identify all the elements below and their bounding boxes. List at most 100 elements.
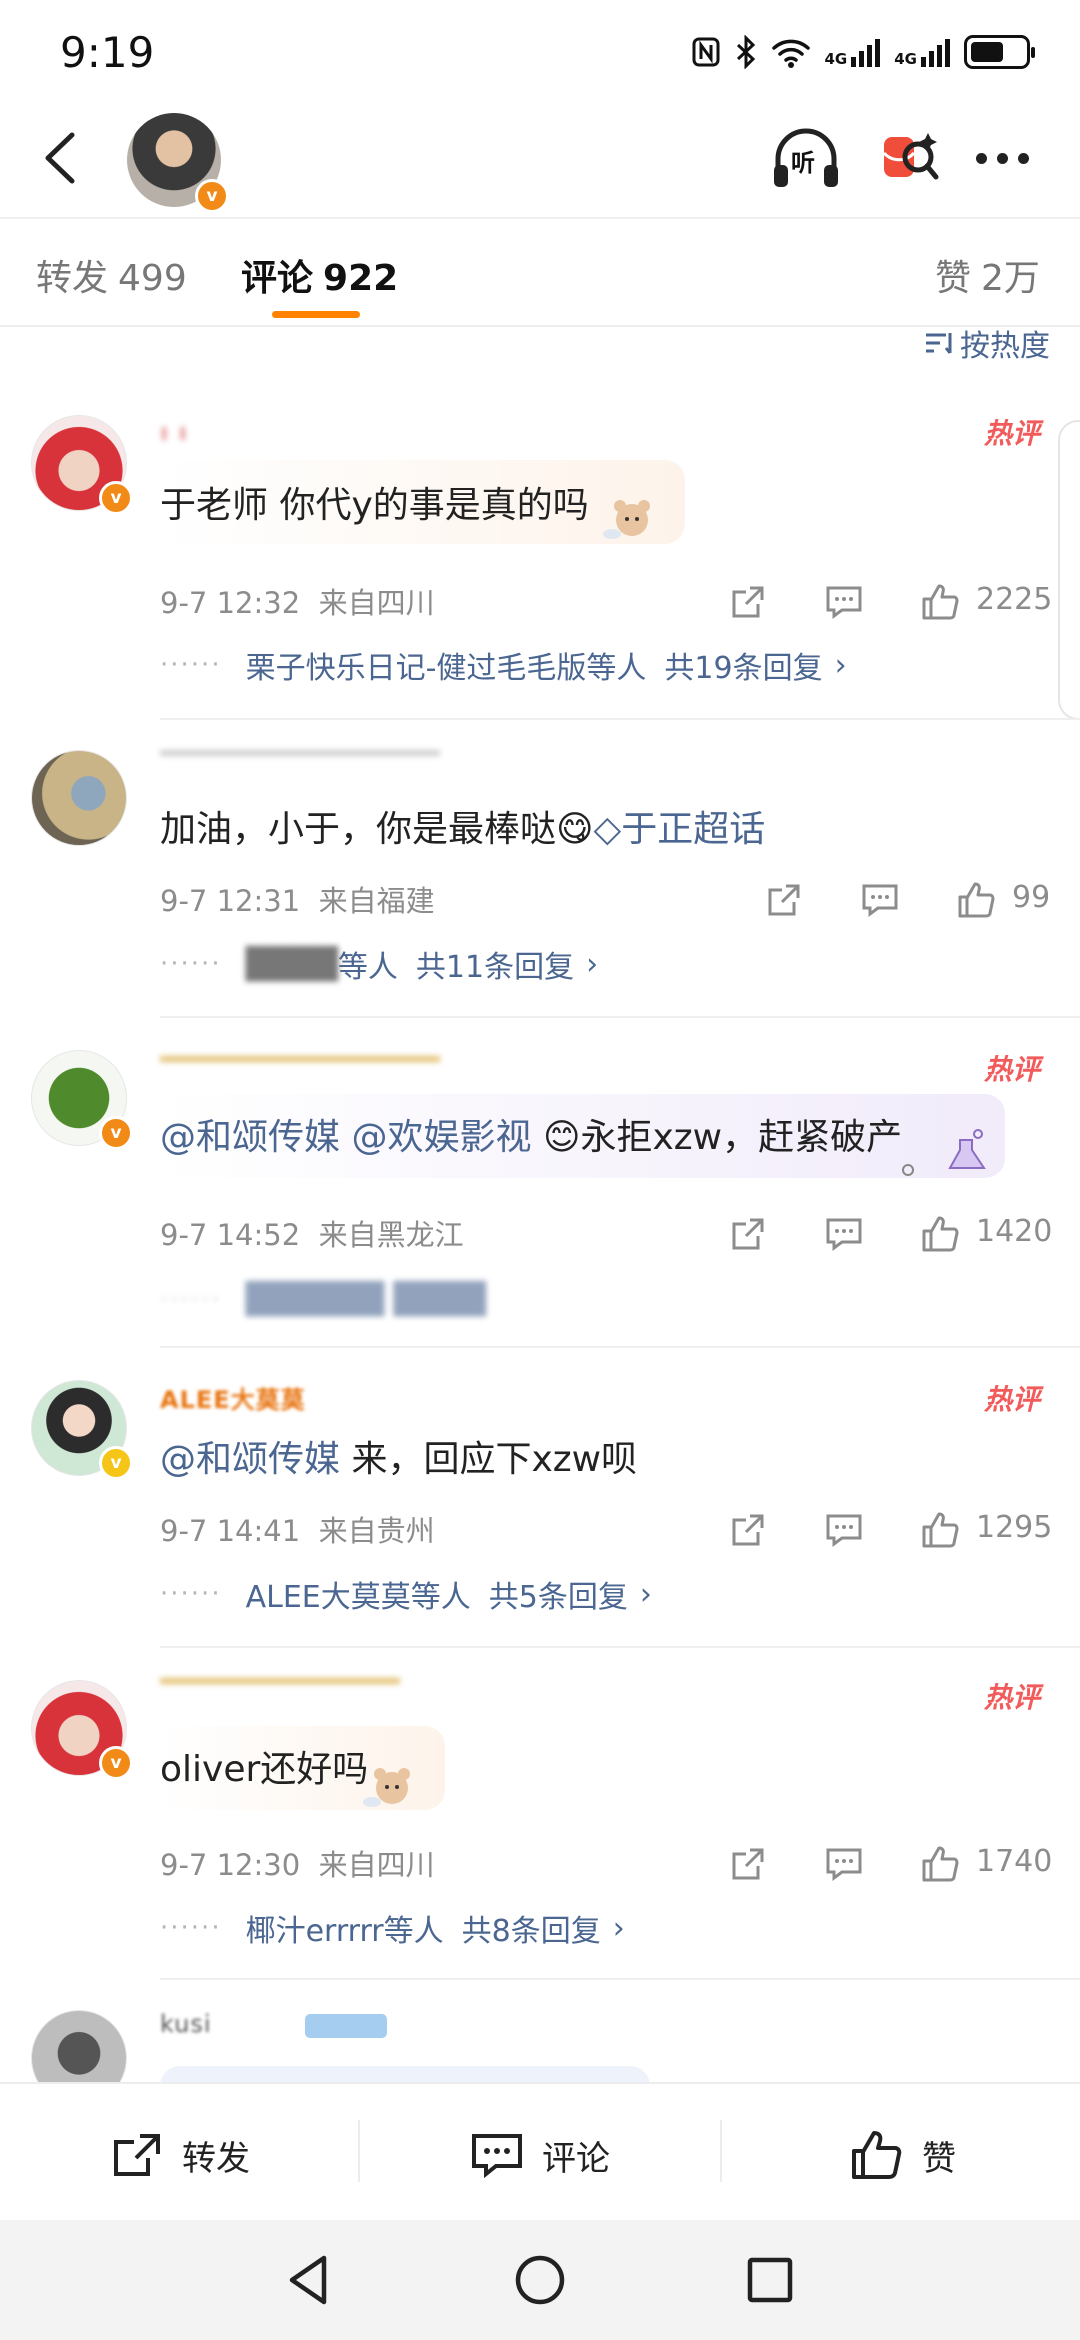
comment-item: v 热评 oliver还好吗 9-7 12:30 来自四川 1740 ·····… xyxy=(0,1650,1080,1980)
thumbs-up-icon[interactable] xyxy=(920,582,960,622)
share-icon[interactable] xyxy=(728,1844,768,1884)
emoji: 😋 xyxy=(556,809,594,850)
like-button[interactable]: 赞 xyxy=(850,2128,956,2182)
view-replies-link[interactable]: ······ 栗子快乐日记-健过毛毛版等人 共19条回复 › xyxy=(160,643,847,687)
commenter-avatar[interactable]: v xyxy=(31,1050,133,1150)
comment-text: 于老师 你代y的事是真的吗 xyxy=(160,485,589,526)
sort-row: 按热度 xyxy=(0,327,1080,367)
commenter-name[interactable]: ALEE大莫莫 xyxy=(160,1380,306,1415)
comment-item: kusi xyxy=(0,1980,1080,2082)
commenter-name[interactable]: kusi xyxy=(160,2010,212,2038)
thumbs-up-icon xyxy=(852,2131,902,2179)
verified-badge-icon: v xyxy=(195,179,229,213)
verified-badge-icon: v xyxy=(99,1746,133,1780)
level-badge xyxy=(305,2014,387,2038)
share-icon[interactable] xyxy=(728,1510,768,1550)
comment-bubble-background xyxy=(160,2066,650,2082)
share-icon[interactable] xyxy=(728,1214,768,1254)
status-time: 9:19 xyxy=(60,28,155,77)
comment-meta: 9-7 12:32 来自四川 xyxy=(160,586,435,620)
sort-icon xyxy=(926,333,952,354)
nav-back-icon[interactable] xyxy=(280,2250,340,2310)
hot-comment-tag: 热评 xyxy=(983,1681,1040,1714)
reply-comment-icon[interactable] xyxy=(824,582,864,622)
red-packet-search-icon[interactable] xyxy=(880,127,942,189)
network-type-1: 4G xyxy=(824,50,848,68)
comment-actions: 1295 xyxy=(700,1504,1060,1554)
listen-label: 听 xyxy=(791,149,815,177)
mention-link[interactable]: @和颂传媒 xyxy=(160,1439,340,1480)
reply-comment-icon[interactable] xyxy=(824,1844,864,1884)
status-bar: 9:19 4G 4G xyxy=(0,0,1080,105)
verified-badge-icon: v xyxy=(99,1116,133,1150)
chevron-right-icon: › xyxy=(834,647,847,683)
commenter-name[interactable] xyxy=(160,1678,400,1684)
commenter-avatar[interactable] xyxy=(31,2010,127,2082)
share-icon[interactable] xyxy=(764,880,804,920)
comment-meta: 9-7 12:31 来自福建 xyxy=(160,884,435,918)
comment-actions: 1420 xyxy=(700,1208,1060,1258)
comment-item: v ALEE大莫莫 热评 @和颂传媒 来，回应下xzw呗 9-7 14:41 来… xyxy=(0,1350,1080,1650)
thumbs-up-icon[interactable] xyxy=(920,1844,960,1884)
view-replies-link[interactable]: ······ ████ 等人 共11条回复 › xyxy=(160,942,598,986)
reply-comment-icon[interactable] xyxy=(824,1214,864,1254)
comment-divider xyxy=(160,1646,1080,1648)
like-count: 99 xyxy=(1012,880,1051,915)
like-count: 2225 xyxy=(976,582,1053,617)
mention-link[interactable]: @欢娱影视 xyxy=(351,1117,531,1158)
comment-meta: 9-7 14:52 来自黑龙江 xyxy=(160,1218,464,1252)
comment-item: v ı ı 热评 于老师 你代y的事是真的吗 9-7 12:32 来自四川 22… xyxy=(0,400,1080,720)
back-arrow-icon[interactable] xyxy=(30,125,96,191)
chevron-right-icon: › xyxy=(639,1576,652,1612)
bluetooth-icon xyxy=(736,35,755,69)
repost-button[interactable]: 转发 xyxy=(110,2128,250,2182)
comment-icon xyxy=(472,2134,522,2179)
commenter-avatar[interactable]: v xyxy=(31,1680,133,1780)
comment-actions: 1740 xyxy=(700,1838,1060,1888)
bear-sticker-icon xyxy=(363,1768,410,1807)
like-count: 1420 xyxy=(976,1214,1053,1249)
comment-text: 加油，小于，你是最棒哒😋◇于正超话 xyxy=(160,809,766,850)
more-options-icon[interactable] xyxy=(976,143,1036,173)
comment-text: oliver还好吗 xyxy=(160,1749,369,1790)
share-icon[interactable] xyxy=(728,582,768,622)
view-replies-link[interactable]: ······ ██████ ████ xyxy=(160,1282,486,1317)
view-replies-link[interactable]: ······ 椰汁errrrr等人 共8条回复 › xyxy=(160,1906,625,1950)
commenter-avatar[interactable]: v xyxy=(31,1380,133,1480)
comment-text: @和颂传媒 @欢娱影视 😊永拒xzw，赶紧破产 xyxy=(160,1117,903,1158)
comment-text: @和颂传媒 来，回应下xzw呗 xyxy=(160,1439,638,1480)
hot-comment-tag: 热评 xyxy=(983,1383,1040,1416)
thumbs-up-icon[interactable] xyxy=(920,1214,960,1254)
commenter-name[interactable]: ı ı xyxy=(160,418,188,446)
tab-comments[interactable]: 评论 922 xyxy=(241,249,398,301)
nav-home-icon[interactable] xyxy=(510,2250,570,2310)
battery-icon xyxy=(964,35,1035,69)
commenter-avatar[interactable]: v xyxy=(31,415,133,515)
mention-link[interactable]: @和颂传媒 xyxy=(160,1117,340,1158)
signal-icon-2: 4G xyxy=(894,37,950,67)
tab-likes[interactable]: 赞 2万 xyxy=(935,249,1040,301)
thumbs-up-icon[interactable] xyxy=(920,1510,960,1550)
thumbs-up-icon[interactable] xyxy=(956,880,996,920)
tab-reposts[interactable]: 转发 499 xyxy=(36,249,187,301)
comment-item: v 热评 @和颂传媒 @欢娱影视 😊永拒xzw，赶紧破产 9-7 14:52 来… xyxy=(0,1020,1080,1350)
author-avatar[interactable]: v xyxy=(127,113,229,213)
comment-divider xyxy=(160,1346,1080,1348)
reply-comment-icon[interactable] xyxy=(860,880,900,920)
nav-recents-icon[interactable] xyxy=(740,2250,800,2310)
like-count: 1740 xyxy=(976,1844,1053,1879)
commenter-avatar[interactable] xyxy=(31,750,127,846)
hot-comment-tag: 热评 xyxy=(983,1053,1040,1086)
chevron-right-icon: › xyxy=(612,1910,625,1946)
verified-badge-icon: v xyxy=(99,481,133,515)
comment-button[interactable]: 评论 xyxy=(470,2128,610,2182)
emoji: 😊 xyxy=(542,1117,581,1158)
commenter-name[interactable] xyxy=(160,1056,440,1062)
reply-comment-icon[interactable] xyxy=(824,1510,864,1550)
sort-by-hot-button[interactable]: 按热度 xyxy=(924,321,1050,365)
commenter-name[interactable] xyxy=(160,750,440,756)
signal-icon-1: 4G xyxy=(825,37,881,67)
topic-link[interactable]: ◇于正超话 xyxy=(594,809,766,850)
bear-sticker-icon xyxy=(603,500,650,539)
view-replies-link[interactable]: ······ ALEE大莫莫等人 共5条回复 › xyxy=(160,1572,652,1616)
